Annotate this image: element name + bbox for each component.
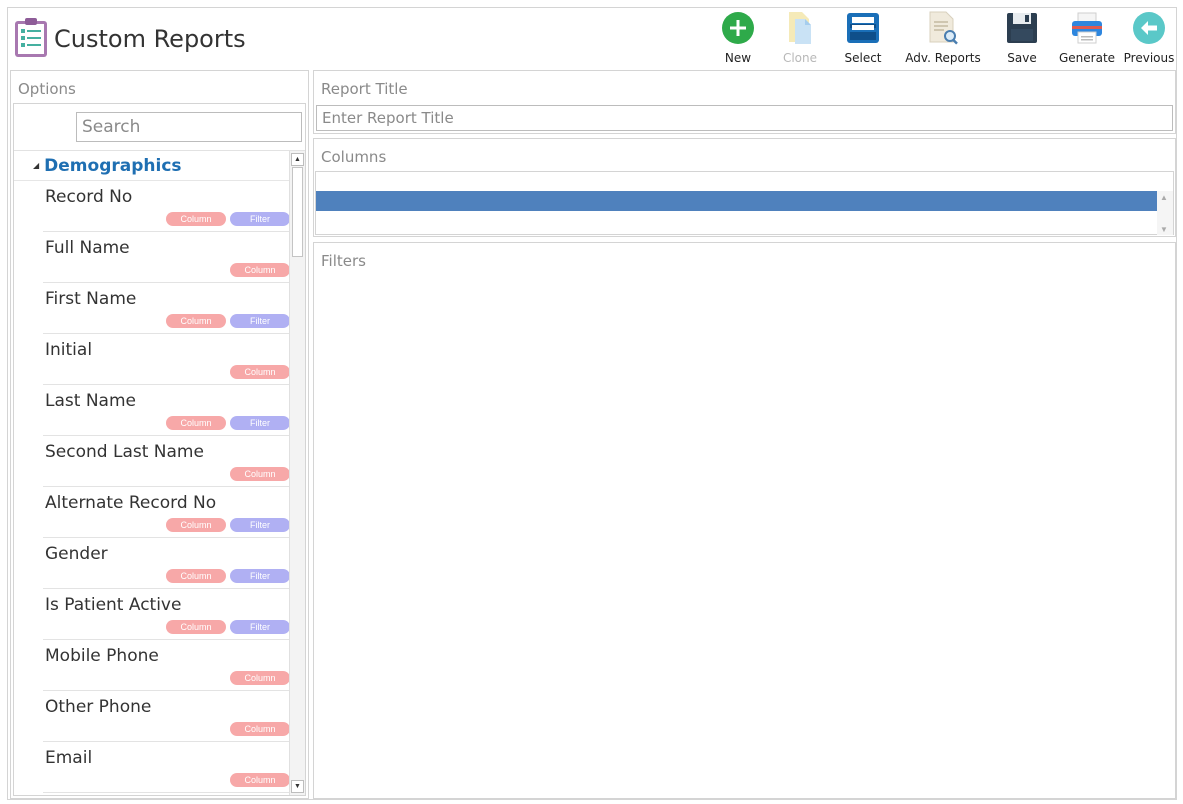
options-inner: ◢ Demographics Record No Column Filter Full… [13, 103, 306, 796]
field-name: Last Name [45, 391, 136, 411]
field-name: Second Last Name [45, 442, 204, 462]
report-title-label: Report Title [321, 80, 408, 98]
selected-column-row[interactable] [316, 191, 1157, 211]
inbox-tray-icon [847, 13, 879, 43]
field-item[interactable]: Mobile Phone Column [43, 640, 293, 691]
columns-list-header [316, 172, 1173, 191]
page-title: Custom Reports [54, 25, 246, 53]
save-button[interactable]: Save [1002, 10, 1042, 68]
add-column-tag[interactable]: Column [230, 263, 290, 277]
scroll-thumb[interactable] [292, 167, 303, 257]
filters-label: Filters [321, 252, 366, 270]
custom-reports-window: Custom Reports New Clone Select Adv. Rep… [7, 7, 1177, 800]
add-filter-tag[interactable]: Filter [230, 518, 290, 532]
add-column-tag[interactable]: Column [230, 722, 290, 736]
columns-list[interactable]: ▲ ▼ [315, 171, 1174, 235]
add-column-tag[interactable]: Column [166, 569, 226, 583]
scroll-down-icon[interactable]: ▼ [1160, 225, 1168, 234]
field-tree: ◢ Demographics Record No Column Filter Full… [14, 151, 293, 795]
header: Custom Reports New Clone Select Adv. Rep… [8, 8, 1176, 70]
add-column-tag[interactable]: Column [166, 212, 226, 226]
field-tags: Column Filter [166, 416, 290, 430]
field-name: First Name [45, 289, 137, 309]
columns-panel: Columns ▲ ▼ [313, 138, 1176, 237]
field-tags: Column [230, 263, 290, 277]
field-tags: Column Filter [166, 569, 290, 583]
field-item[interactable]: Email Column [43, 742, 293, 793]
field-name: Other Phone [45, 697, 152, 717]
field-name: Mobile Phone [45, 646, 159, 666]
add-filter-tag[interactable]: Filter [230, 569, 290, 583]
add-column-tag[interactable]: Column [230, 467, 290, 481]
printer-icon [1072, 12, 1102, 44]
field-name: Alternate Record No [45, 493, 217, 513]
columns-scrollbar[interactable]: ▲ ▼ [1157, 191, 1173, 235]
select-button[interactable]: Select [841, 10, 885, 68]
search-area [14, 104, 305, 151]
field-item[interactable]: Other Phone Column [43, 691, 293, 742]
scroll-down-icon[interactable]: ▼ [291, 780, 304, 793]
report-title-input[interactable] [316, 105, 1173, 131]
scroll-up-icon[interactable]: ▲ [291, 153, 304, 166]
clone-document-icon [789, 12, 811, 44]
field-name: Gender [45, 544, 108, 564]
filters-panel: Filters [313, 242, 1176, 799]
options-title: Options [18, 80, 76, 98]
field-item[interactable]: Alternate Record No Column Filter [43, 487, 293, 538]
collapse-triangle-icon[interactable]: ◢ [33, 161, 39, 170]
add-column-tag[interactable]: Column [230, 773, 290, 787]
field-item[interactable]: Last Name Column Filter [43, 385, 293, 436]
tree-group-label: Demographics [44, 155, 182, 176]
field-tags: Column [230, 467, 290, 481]
add-column-tag[interactable]: Column [166, 416, 226, 430]
add-column-tag[interactable]: Column [166, 314, 226, 328]
add-filter-tag[interactable]: Filter [230, 212, 290, 226]
field-tags: Column [230, 722, 290, 736]
tree-group-demographics[interactable]: ◢ Demographics [14, 151, 293, 181]
field-item[interactable]: Gender Column Filter [43, 538, 293, 589]
add-column-tag[interactable]: Column [166, 620, 226, 634]
report-title-panel: Report Title [313, 70, 1176, 134]
field-name: Initial [45, 340, 93, 360]
add-filter-tag[interactable]: Filter [230, 620, 290, 634]
scroll-up-icon[interactable]: ▲ [1160, 193, 1168, 202]
add-column-tag[interactable]: Column [230, 365, 290, 379]
field-tags: Column [230, 365, 290, 379]
options-scrollbar[interactable]: ▲ ▼ [289, 151, 305, 795]
plus-circle-icon [722, 12, 754, 44]
field-item[interactable]: Second Last Name Column [43, 436, 293, 487]
add-filter-tag[interactable]: Filter [230, 416, 290, 430]
add-column-tag[interactable]: Column [230, 671, 290, 685]
field-name: Email [45, 748, 93, 768]
field-tags: Column Filter [166, 314, 290, 328]
add-column-tag[interactable]: Column [166, 518, 226, 532]
field-item[interactable]: Record No Column Filter [43, 181, 293, 232]
search-input[interactable] [76, 112, 302, 142]
field-item[interactable]: Full Name Column [43, 232, 293, 283]
document-search-icon [929, 11, 958, 45]
previous-button[interactable]: Previous [1124, 10, 1174, 68]
clone-button[interactable]: Clone [780, 10, 820, 68]
field-name: Is Patient Active [45, 595, 182, 615]
generate-button[interactable]: Generate [1059, 10, 1115, 68]
options-panel: Options ◢ Demographics Record NoColumnFi… [10, 70, 309, 799]
floppy-disk-icon [1007, 13, 1037, 43]
field-name: Full Name [45, 238, 130, 258]
field-name: Record No [45, 187, 133, 207]
adv-reports-button[interactable]: Adv. Reports [905, 10, 981, 68]
field-tags: Column Filter [166, 518, 290, 532]
field-tags: Column Filter [166, 620, 290, 634]
new-button[interactable]: New [718, 10, 758, 68]
field-item[interactable]: Is Patient Active Column Filter [43, 589, 293, 640]
columns-label: Columns [321, 148, 387, 166]
field-tags: Column [230, 671, 290, 685]
clipboard-list-icon [15, 18, 47, 57]
field-tags: Column Filter [166, 212, 290, 226]
field-item[interactable]: Initial Column [43, 334, 293, 385]
add-filter-tag[interactable]: Filter [230, 314, 290, 328]
field-tags: Column [230, 773, 290, 787]
field-item[interactable]: First Name Column Filter [43, 283, 293, 334]
arrow-left-circle-icon [1133, 12, 1165, 44]
field-list: Record No Column Filter Full Name Column Firs… [14, 181, 293, 793]
